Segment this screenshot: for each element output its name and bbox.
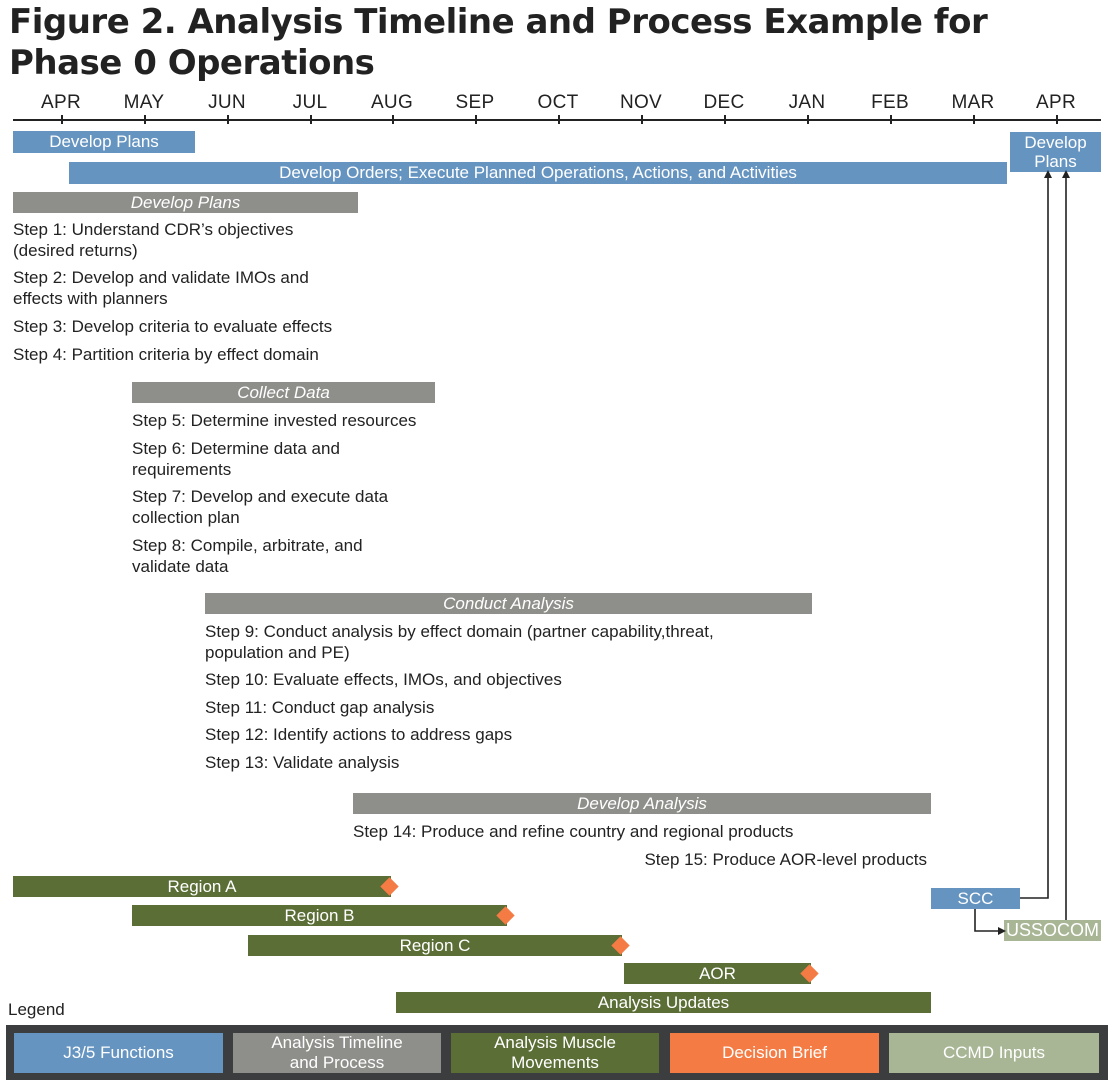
legend-title: Legend (8, 1000, 65, 1019)
legend-item-label: J3/5 Functions (63, 1043, 174, 1062)
legend-item-j35-functions: J3/5 Functions (14, 1033, 223, 1073)
connector-arrows (974, 170, 1070, 935)
legend-item-analysis-muscle-movements: Analysis Muscle Movements (451, 1033, 659, 1073)
legend-item-label: CCMD Inputs (942, 1043, 1046, 1062)
legend-item-label-line-2: and Process (289, 1053, 385, 1072)
legend-item-label-line-1: Analysis Timeline (271, 1033, 403, 1052)
scc-to-ussocom-arrow (974, 909, 1006, 935)
scc-to-develop-plans-arrow (1020, 170, 1052, 899)
legend-item-ccmd-inputs: CCMD Inputs (889, 1033, 1099, 1073)
legend-item-decision-brief: Decision Brief (670, 1033, 879, 1073)
legend-item-label: Decision Brief (722, 1043, 827, 1062)
legend-item-label-line-2: Movements (511, 1053, 599, 1072)
legend-item-analysis-timeline: Analysis Timeline and Process (233, 1033, 441, 1073)
legend-item-label-line-1: Analysis Muscle (494, 1033, 616, 1052)
